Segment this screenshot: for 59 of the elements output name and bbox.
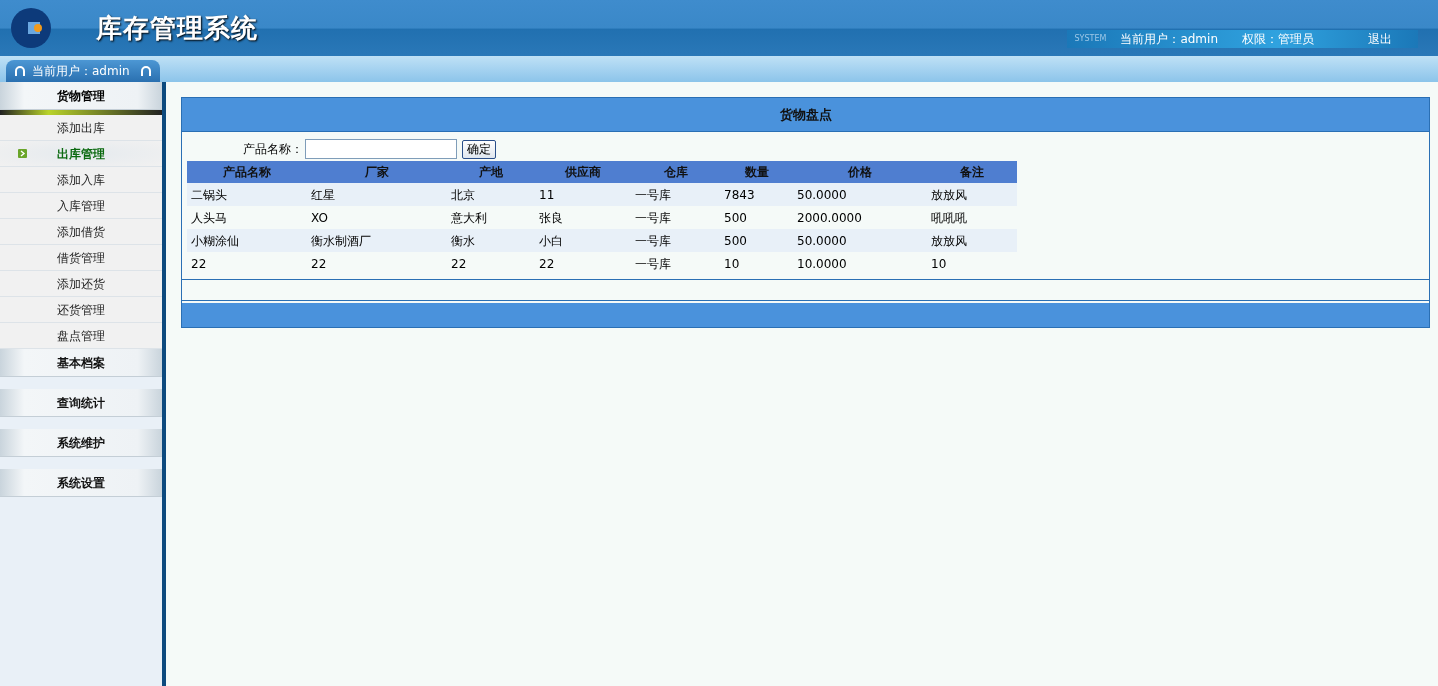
table-cell: 人头马 [187,206,307,229]
column-header: 价格 [793,161,927,183]
app-title: 库存管理系统 [96,11,258,45]
column-header: 数量 [720,161,793,183]
menu-item[interactable]: 盘点管理 [0,323,162,349]
menu-group[interactable]: 系统设置 [0,469,162,497]
table-cell: 小白 [535,229,631,252]
system-label: SYSTEM [1074,33,1107,45]
menu-item[interactable]: 还货管理 [0,297,162,323]
column-header: 供应商 [535,161,631,183]
menu-item[interactable]: 添加还货 [0,271,162,297]
table-cell: 50.0000 [793,183,927,206]
field-label: 产品名称： [243,141,303,158]
table-cell: 放放风 [927,183,1017,206]
column-header: 厂家 [307,161,447,183]
table-cell: 衡水 [447,229,535,252]
table-cell: 吼吼吼 [927,206,1017,229]
column-header: 产地 [447,161,535,183]
menu-item[interactable]: 添加入库 [0,167,162,193]
menu-item[interactable]: 借货管理 [0,245,162,271]
table-cell: 500 [720,206,793,229]
table-cell: 2000.0000 [793,206,927,229]
menu-item[interactable]: 添加借货 [0,219,162,245]
table-cell: 放放风 [927,229,1017,252]
panel-title: 货物盘点 [182,98,1429,132]
table-cell: 衡水制酒厂 [307,229,447,252]
confirm-button[interactable]: 确定 [462,139,496,159]
menu-item[interactable]: 入库管理 [0,193,162,219]
table-cell: 红星 [307,183,447,206]
current-user-text: 当前用户：admin [1120,31,1218,48]
menu-item[interactable]: 添加出库 [0,115,162,141]
table-cell: 一号库 [631,183,720,206]
table-cell: 11 [535,183,631,206]
table-cell: 7843 [720,183,793,206]
logout-link[interactable]: 退出 [1368,30,1392,48]
ring-icon [140,65,152,77]
table-cell: 50.0000 [793,229,927,252]
table-cell: 小糊涂仙 [187,229,307,252]
table-cell: 一号库 [631,206,720,229]
arrow-icon [18,149,27,158]
table-cell: XO [307,206,447,229]
ring-icon [14,65,26,77]
table-cell: 一号库 [631,229,720,252]
table-cell: 北京 [447,183,535,206]
user-tab-label: 当前用户：admin [32,63,131,80]
table-cell: 500 [720,229,793,252]
table-cell: 意大利 [447,206,535,229]
menu-group[interactable]: 查询统计 [0,389,162,417]
column-header: 产品名称 [187,161,307,183]
role-text: 权限：管理员 [1242,31,1314,48]
table-cell: 张良 [535,206,631,229]
menu-group[interactable]: 系统维护 [0,429,162,457]
column-header: 仓库 [631,161,720,183]
menu-group[interactable]: 货物管理 [0,82,162,110]
menu-item[interactable]: 出库管理 [0,141,162,167]
search-field[interactable] [305,139,457,159]
column-header: 备注 [927,161,1017,183]
menu-group[interactable]: 基本档案 [0,349,162,377]
table-cell: 二锅头 [187,183,307,206]
